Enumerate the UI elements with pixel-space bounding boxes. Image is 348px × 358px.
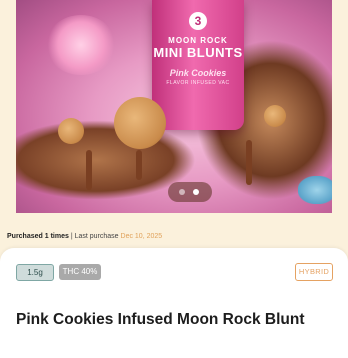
thc-badge: THC 40% — [59, 264, 101, 280]
last-purchase-date: Dec 10, 2025 — [120, 233, 163, 240]
cookie-image — [264, 105, 286, 127]
cookie-image — [58, 118, 84, 144]
product-can: 3 MOON ROCK MINI BLUNTS Pink Cookies FLA… — [152, 0, 244, 130]
chocolate-drip — [86, 150, 92, 190]
carousel-dot[interactable] — [179, 189, 185, 195]
product-image[interactable]: 3 MOON ROCK MINI BLUNTS Pink Cookies FLA… — [16, 0, 332, 213]
can-brand-line2: MINI BLUNTS — [153, 45, 243, 60]
chocolate-drip — [136, 150, 142, 180]
strain-type-badge: HYBRID — [295, 263, 333, 281]
brand-logo — [298, 176, 332, 204]
cookie-image — [114, 97, 166, 149]
purchase-count: Purchased 1 times — [7, 233, 69, 240]
last-purchase-label: Last purchase — [74, 233, 121, 240]
purchase-history: Purchased 1 times | Last purchase Dec 10… — [7, 233, 162, 240]
can-flavor: Pink Cookies — [169, 68, 227, 78]
weight-option-chip[interactable]: 1.5g — [16, 264, 54, 281]
carousel-dot-active[interactable] — [193, 189, 199, 195]
chocolate-drip — [246, 140, 252, 185]
flower-decoration — [46, 15, 116, 75]
can-brand-line1: MOON ROCK — [168, 36, 228, 45]
can-number-badge: 3 — [189, 12, 207, 30]
product-title: Pink Cookies Infused Moon Rock Blunt — [16, 311, 305, 328]
carousel-indicator — [168, 182, 212, 202]
can-subline: FLAVOR INFUSED VAC — [166, 80, 230, 86]
